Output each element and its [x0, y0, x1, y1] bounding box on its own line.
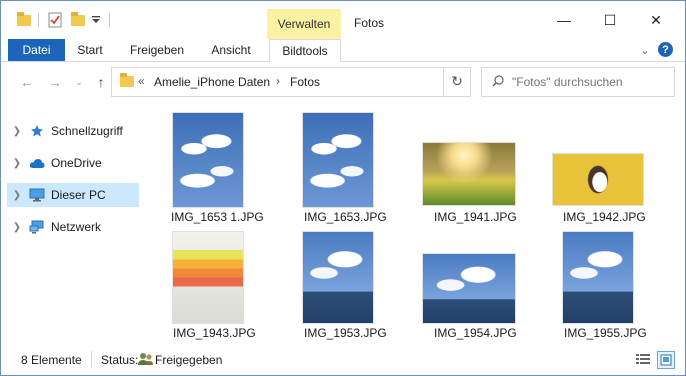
- window-title: Fotos: [354, 16, 385, 30]
- cloud-icon: [29, 156, 45, 170]
- refresh-button[interactable]: ↻: [443, 67, 470, 95]
- close-button[interactable]: ✕: [633, 5, 679, 35]
- search-input[interactable]: [510, 72, 672, 92]
- maximize-button[interactable]: ☐: [587, 5, 633, 35]
- title-bar: Verwalten Fotos — ☐ ✕: [1, 1, 685, 39]
- location-folder-icon: [120, 73, 134, 87]
- search-box[interactable]: [481, 67, 675, 97]
- help-icon[interactable]: ?: [658, 42, 673, 57]
- nav-item-schnellzugriff[interactable]: ❯ Schnellzugriff: [7, 119, 139, 143]
- status-label: Status:: [101, 353, 139, 367]
- explorer-window: Verwalten Fotos — ☐ ✕ Datei Start Freige…: [0, 0, 686, 376]
- photo-thumbnail[interactable]: [303, 113, 373, 207]
- expand-chevron-icon[interactable]: ❯: [11, 126, 23, 137]
- file-name[interactable]: IMG_1954.JPG: [434, 326, 517, 340]
- photo-thumbnail[interactable]: [423, 143, 515, 205]
- navigation-pane: ❯ Schnellzugriff ❯ OneDrive ❯ Dieser PC …: [1, 113, 141, 343]
- title-separator: [109, 11, 110, 29]
- nav-item-netzwerk[interactable]: ❯ Netzwerk: [7, 215, 139, 239]
- forward-button[interactable]: →: [45, 73, 65, 91]
- file-name[interactable]: IMG_1955.JPG: [564, 326, 647, 340]
- ribbon-expand-icon[interactable]: ⌄: [637, 42, 653, 58]
- star-icon: [29, 124, 45, 138]
- breadcrumb-overflow-icon[interactable]: «: [138, 74, 145, 88]
- search-icon: [492, 75, 504, 87]
- tab-group-verwalten[interactable]: Verwalten: [267, 9, 341, 39]
- photo-thumbnail[interactable]: [303, 232, 373, 323]
- breadcrumb-separator-icon[interactable]: ›: [276, 74, 280, 88]
- network-icon: [29, 220, 45, 234]
- file-name[interactable]: IMG_1953.JPG: [304, 326, 387, 340]
- quick-access-dropdown-icon[interactable]: [91, 11, 101, 29]
- status-divider: [91, 351, 92, 367]
- new-folder-icon[interactable]: [71, 11, 85, 29]
- photo-thumbnail[interactable]: [173, 113, 243, 207]
- quick-access-separator: [38, 11, 39, 29]
- item-count: 8 Elemente: [21, 353, 82, 367]
- shared-users-icon: [138, 351, 154, 370]
- photo-thumbnail[interactable]: [563, 232, 633, 323]
- tab-ansicht[interactable]: Ansicht: [203, 39, 259, 61]
- monitor-icon: [29, 188, 45, 202]
- recent-locations-chevron-icon[interactable]: ⌄: [69, 73, 89, 91]
- file-name[interactable]: IMG_1653.JPG: [304, 210, 387, 224]
- tab-datei[interactable]: Datei: [8, 39, 65, 61]
- nav-label: Dieser PC: [51, 188, 106, 202]
- up-button[interactable]: ↑: [91, 73, 111, 91]
- nav-label: Schnellzugriff: [51, 124, 123, 138]
- tab-freigeben[interactable]: Freigeben: [123, 39, 191, 61]
- file-name[interactable]: IMG_1943.JPG: [173, 326, 256, 340]
- photo-thumbnail[interactable]: [423, 254, 515, 323]
- back-button[interactable]: ←: [17, 73, 37, 91]
- breadcrumb-amelie-iphone-daten[interactable]: Amelie_iPhone Daten: [154, 75, 270, 89]
- address-bar[interactable]: « Amelie_iPhone Daten › Fotos: [111, 67, 471, 97]
- nav-item-onedrive[interactable]: ❯ OneDrive: [7, 151, 139, 175]
- breadcrumb-fotos[interactable]: Fotos: [290, 75, 320, 89]
- properties-icon[interactable]: [48, 11, 62, 29]
- quick-access-folder-icon[interactable]: [17, 11, 31, 29]
- expand-chevron-icon[interactable]: ❯: [11, 222, 23, 233]
- file-name[interactable]: IMG_1941.JPG: [434, 210, 517, 224]
- tab-bildtools[interactable]: Bildtools: [269, 39, 341, 62]
- nav-label: Netzwerk: [51, 220, 102, 234]
- expand-chevron-icon[interactable]: ❯: [11, 158, 23, 169]
- nav-item-dieser-pc[interactable]: ❯ Dieser PC: [7, 183, 139, 207]
- expand-chevron-icon[interactable]: ❯: [11, 190, 23, 201]
- status-value: Freigegeben: [155, 353, 223, 367]
- photo-thumbnail[interactable]: [173, 232, 243, 323]
- minimize-button[interactable]: —: [541, 5, 587, 35]
- nav-label: OneDrive: [51, 156, 102, 170]
- tab-start[interactable]: Start: [69, 39, 111, 61]
- status-bar: 8 Elemente Status: Freigegeben: [1, 343, 685, 375]
- photo-thumbnail[interactable]: [553, 154, 643, 205]
- file-name[interactable]: IMG_1942.JPG: [563, 210, 646, 224]
- file-name[interactable]: IMG_1653 1.JPG: [171, 210, 264, 224]
- ribbon-tabs: Datei Start Freigeben Ansicht Bildtools …: [1, 39, 685, 62]
- large-icons-view-icon[interactable]: [657, 351, 675, 369]
- details-view-icon[interactable]: [635, 351, 651, 367]
